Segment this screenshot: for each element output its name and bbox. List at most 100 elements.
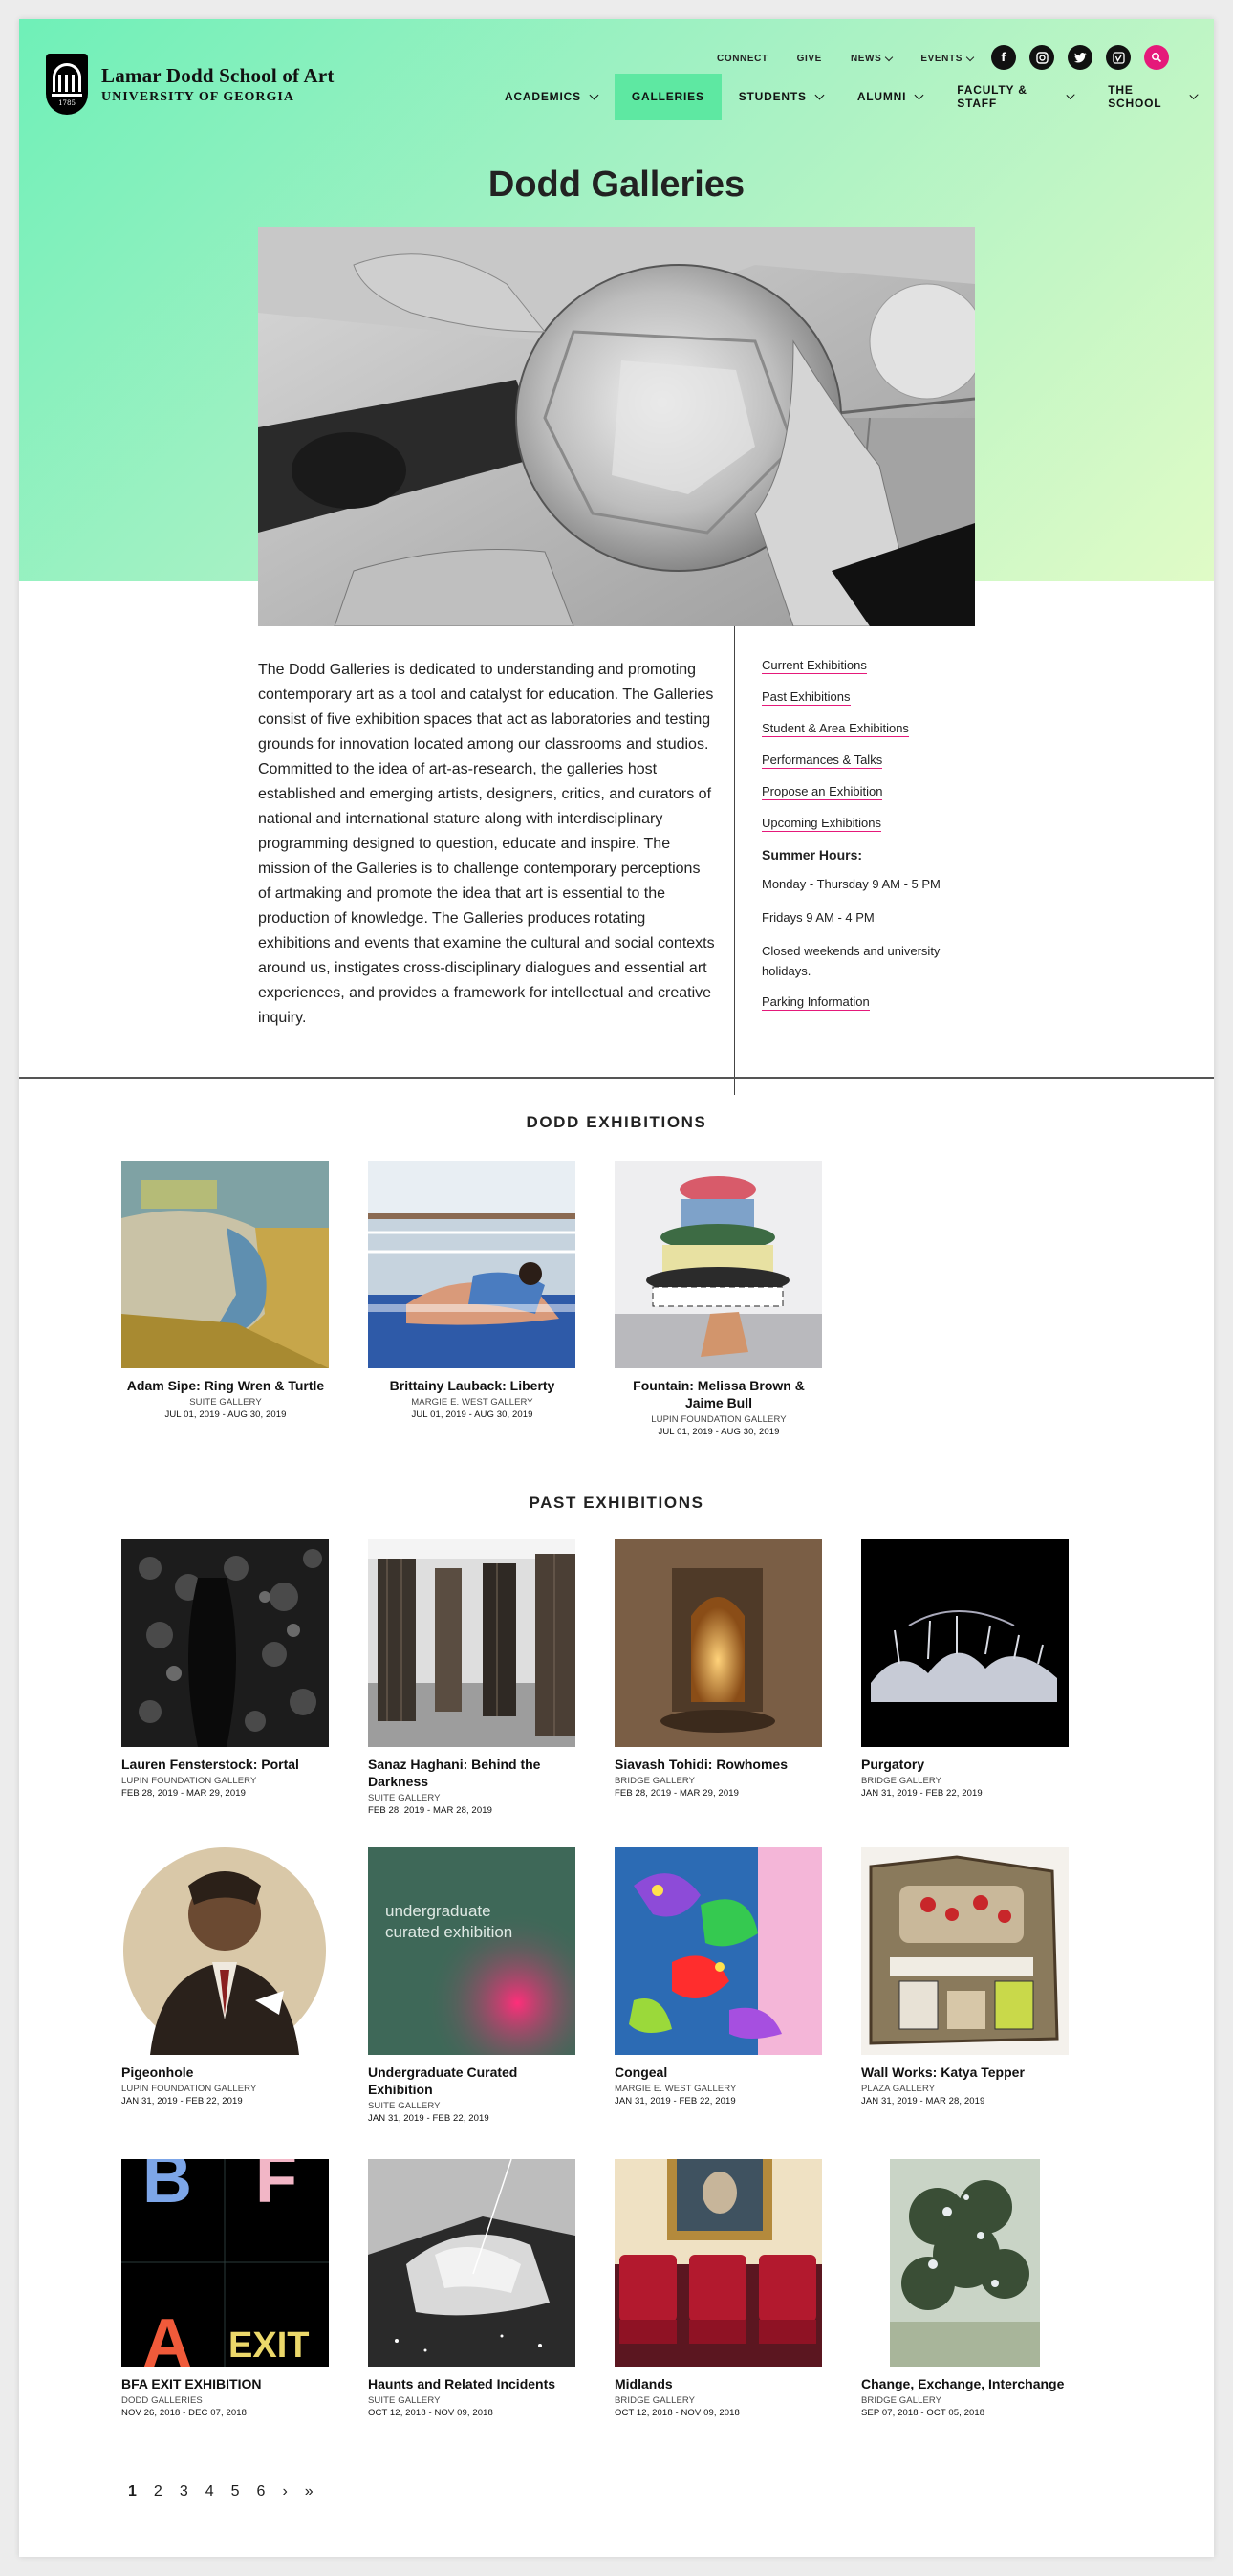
past-exhibitions-heading: PAST EXHIBITIONS: [529, 1494, 704, 1512]
exhibition-dates: OCT 12, 2018 - NOV 09, 2018: [615, 2408, 740, 2418]
exhibition-dates: JUL 01, 2019 - AUG 30, 2019: [164, 1409, 287, 1420]
nav-label: THE SCHOOL: [1108, 83, 1162, 110]
nav-the-school[interactable]: THE SCHOOL: [1091, 74, 1214, 120]
exhibition-thumbnail: [615, 2159, 822, 2367]
exhibition-thumbnail: [121, 1539, 329, 1747]
link-parking-information[interactable]: Parking Information: [762, 994, 870, 1011]
link-upcoming-exhibitions[interactable]: Upcoming Exhibitions: [762, 816, 882, 832]
chevron-down-icon: [814, 90, 825, 99]
exhibition-title: Brittainy Lauback: Liberty: [389, 1378, 555, 1393]
exhibition-thumbnail: [861, 1539, 1069, 1747]
exhibition-gallery: MARGIE E. WEST GALLERY: [411, 1397, 533, 1408]
exhibition-card[interactable]: Fountain: Melissa Brown & Jaime Bull LUP…: [615, 1161, 823, 1437]
uga-arch-logo-icon: 1785: [46, 54, 88, 115]
exhibition-title: Haunts and Related Incidents: [368, 2376, 556, 2391]
exhibition-dates: FEB 28, 2019 - MAR 29, 2019: [615, 1788, 739, 1799]
exhibition-card[interactable]: Siavash Tohidi: Rowhomes BRIDGE GALLERY …: [615, 1539, 823, 1799]
exhibition-title: BFA EXIT EXHIBITION: [121, 2376, 262, 2391]
exhibition-gallery: BRIDGE GALLERY: [861, 2395, 942, 2406]
intro-paragraph: The Dodd Galleries is dedicated to under…: [258, 662, 715, 1026]
exhibition-card[interactable]: Adam Sipe: Ring Wren & Turtle SUITE GALL…: [121, 1161, 330, 1420]
util-nav-connect[interactable]: CONNECT: [717, 54, 768, 64]
page-link-5[interactable]: 5: [231, 2483, 240, 2500]
nav-academics[interactable]: ACADEMICS: [487, 74, 615, 120]
nav-alumni[interactable]: ALUMNI: [840, 74, 940, 120]
school-logo-link[interactable]: 1785 Lamar Dodd School of Art UNIVERSITY…: [46, 54, 335, 115]
thumbnail-caption-line2: curated exhibition: [385, 1923, 512, 1941]
exhibition-card[interactable]: Pigeonhole LUPIN FOUNDATION GALLERY JAN …: [121, 1847, 330, 2107]
page-link-1[interactable]: 1: [128, 2483, 137, 2500]
chevron-down-icon: [885, 53, 894, 61]
exhibition-thumbnail: B F A EXIT: [121, 2159, 329, 2367]
util-nav-label: EVENTS: [920, 54, 963, 64]
exhibition-card[interactable]: Wall Works: Katya Tepper PLAZA GALLERY J…: [861, 1847, 1070, 2107]
exhibition-dates: NOV 26, 2018 - DEC 07, 2018: [121, 2408, 248, 2418]
link-past-exhibitions[interactable]: Past Exhibitions: [762, 689, 851, 706]
nav-label: FACULTY & STAFF: [957, 83, 1028, 110]
gallery-sidebar: Current Exhibitions Past Exhibitions Stu…: [762, 658, 982, 1026]
exhibition-card[interactable]: Midlands BRIDGE GALLERY OCT 12, 2018 - N…: [615, 2159, 823, 2418]
exhibition-gallery: LUPIN FOUNDATION GALLERY: [121, 2084, 257, 2094]
exhibition-gallery: PLAZA GALLERY: [861, 2084, 936, 2094]
exhibition-card[interactable]: B F A EXIT BFA EXIT EXHIBITION DODD GALLERI…: [121, 2159, 330, 2418]
exhibition-title: Congeal: [615, 2064, 668, 2080]
page-link-2[interactable]: 2: [154, 2483, 162, 2500]
thumbnail-letter-a: A: [142, 2305, 192, 2367]
hours-heading: Summer Hours:: [762, 847, 863, 862]
exhibition-card[interactable]: Sanaz Haghani: Behind the Darkness SUITE…: [368, 1539, 576, 1816]
nav-label: STUDENTS: [738, 90, 807, 103]
last-page-icon[interactable]: »: [305, 2483, 314, 2500]
link-performances-talks[interactable]: Performances & Talks: [762, 753, 883, 769]
hours-weekday: Monday - Thursday 9 AM - 5 PM: [762, 877, 941, 891]
instagram-icon[interactable]: [1029, 45, 1054, 70]
exhibition-card[interactable]: undergraduate curated exhibition Undergra…: [368, 1847, 576, 2124]
next-page-icon[interactable]: ›: [282, 2483, 287, 2500]
exhibition-title: Midlands: [615, 2376, 673, 2391]
exhibition-card[interactable]: Haunts and Related Incidents SUITE GALLE…: [368, 2159, 576, 2418]
search-icon[interactable]: [1144, 45, 1169, 70]
section-divider: [19, 1077, 1214, 1079]
exhibition-dates: FEB 28, 2019 - MAR 28, 2019: [368, 1805, 492, 1816]
exhibition-dates: JAN 31, 2019 - FEB 22, 2019: [121, 2096, 243, 2107]
seal-year: 1785: [58, 99, 76, 107]
exhibition-card[interactable]: Purgatory BRIDGE GALLERY JAN 31, 2019 - …: [861, 1539, 1070, 1799]
exhibition-gallery: BRIDGE GALLERY: [861, 1776, 942, 1786]
exhibition-card[interactable]: Congeal MARGIE E. WEST GALLERY JAN 31, 2…: [615, 1847, 823, 2107]
link-current-exhibitions[interactable]: Current Exhibitions: [762, 658, 867, 674]
exhibition-dates: JUL 01, 2019 - AUG 30, 2019: [658, 1427, 780, 1437]
exhibition-card[interactable]: Change, Exchange, Interchange BRIDGE GAL…: [861, 2159, 1070, 2418]
exhibition-card[interactable]: Brittainy Lauback: Liberty MARGIE E. WES…: [368, 1161, 576, 1420]
exhibition-gallery: LUPIN FOUNDATION GALLERY: [121, 1776, 257, 1786]
exhibition-dates: FEB 28, 2019 - MAR 29, 2019: [121, 1788, 246, 1799]
thumbnail-caption-line1: undergraduate: [385, 1902, 491, 1920]
exhibition-thumbnail: [368, 1539, 575, 1747]
page-link-6[interactable]: 6: [257, 2483, 266, 2500]
exhibition-gallery: MARGIE E. WEST GALLERY: [615, 2084, 737, 2094]
nav-label: ACADEMICS: [505, 90, 581, 103]
exhibition-card[interactable]: Lauren Fensterstock: Portal LUPIN FOUNDA…: [121, 1539, 330, 1799]
nav-students[interactable]: STUDENTS: [722, 74, 840, 120]
exhibition-title: Pigeonhole: [121, 2064, 194, 2080]
exhibition-dates: SEP 07, 2018 - OCT 05, 2018: [861, 2408, 985, 2418]
page-title: Dodd Galleries: [487, 164, 746, 205]
link-student-area-exhibitions[interactable]: Student & Area Exhibitions: [762, 721, 909, 737]
vimeo-icon[interactable]: [1106, 45, 1131, 70]
facebook-icon[interactable]: f: [991, 45, 1016, 70]
nav-faculty-staff[interactable]: FACULTY & STAFF: [940, 74, 1091, 120]
util-nav-label: CONNECT: [717, 54, 768, 64]
exhibition-dates: OCT 12, 2018 - NOV 09, 2018: [368, 2408, 493, 2418]
utility-nav: CONNECT GIVE NEWS EVENTS: [717, 53, 1002, 64]
util-nav-events[interactable]: EVENTS: [920, 53, 975, 64]
nav-galleries[interactable]: GALLERIES: [614, 74, 722, 120]
util-nav-give[interactable]: GIVE: [797, 54, 822, 64]
twitter-icon[interactable]: [1068, 45, 1092, 70]
link-propose-exhibition[interactable]: Propose an Exhibition: [762, 784, 883, 800]
exhibition-title: Adam Sipe: Ring Wren & Turtle: [126, 1378, 325, 1393]
exhibition-title: Change, Exchange, Interchange: [861, 2376, 1065, 2391]
util-nav-news[interactable]: NEWS: [851, 53, 894, 64]
exhibition-thumbnail: [368, 2159, 575, 2367]
nav-label: ALUMNI: [856, 90, 907, 103]
page-link-4[interactable]: 4: [206, 2483, 214, 2500]
page-link-3[interactable]: 3: [180, 2483, 188, 2500]
exhibition-thumbnail: [615, 1847, 822, 2055]
